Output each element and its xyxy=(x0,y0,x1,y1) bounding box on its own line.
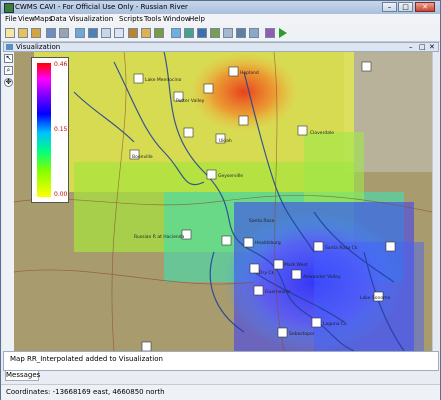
menu-window[interactable]: Window xyxy=(163,15,191,23)
layers-icon[interactable] xyxy=(88,28,98,38)
app-icon xyxy=(4,3,14,13)
folder-icon[interactable] xyxy=(31,28,41,38)
legend-min-label: 0.00 xyxy=(54,191,68,198)
legend-max-label: 0.46 xyxy=(54,61,68,68)
tools-icon[interactable] xyxy=(128,28,138,38)
messages-panel: Map RR_Interpolated added to Visualizati… xyxy=(3,351,439,371)
forecast-icon[interactable] xyxy=(184,28,194,38)
panel-icon xyxy=(6,44,13,50)
legend-mid-label: 0.15 xyxy=(54,126,68,133)
terrain-icon[interactable] xyxy=(210,28,220,38)
svg-text:Dry Ck: Dry Ck xyxy=(259,270,275,276)
tab-messages[interactable]: Messages xyxy=(5,371,40,381)
zoom-icon[interactable]: ⌕ xyxy=(4,66,13,75)
minimize-button[interactable]: – xyxy=(382,2,397,12)
svg-text:Geyserville: Geyserville xyxy=(218,173,243,179)
maximize-button[interactable]: □ xyxy=(398,2,413,12)
map-icon[interactable] xyxy=(75,28,85,38)
title-bar: CWMS CAVI - For Official Use Only - Russ… xyxy=(1,1,440,14)
coordinates-readout: Coordinates: -13668169 east, 4660850 nor… xyxy=(6,388,165,396)
map-canvas[interactable]: Lake Mendocino Potter Valley Hopland Uki… xyxy=(14,52,432,351)
toolbar xyxy=(1,25,440,42)
panel-title: Visualization xyxy=(16,43,61,51)
panel-close-button[interactable]: ✕ xyxy=(429,43,435,51)
water-icon[interactable] xyxy=(197,28,207,38)
menu-tools[interactable]: Tools xyxy=(144,15,161,23)
svg-text:Hopland: Hopland xyxy=(240,70,259,76)
svg-text:Guerneville: Guerneville xyxy=(265,289,291,295)
svg-text:Lake Sonoma: Lake Sonoma xyxy=(360,295,391,301)
menu-view[interactable]: View xyxy=(18,15,35,23)
legend-color-bar xyxy=(37,63,51,197)
open-icon[interactable] xyxy=(18,28,28,38)
print-icon[interactable] xyxy=(59,28,69,38)
globe-icon[interactable] xyxy=(154,28,164,38)
close-button[interactable]: ✕ xyxy=(415,2,435,12)
chart-icon[interactable] xyxy=(141,28,151,38)
window-icon[interactable] xyxy=(223,28,233,38)
save-icon[interactable] xyxy=(46,28,56,38)
svg-text:Boonville: Boonville xyxy=(132,154,153,160)
vertical-scrollbar[interactable] xyxy=(432,52,440,351)
window-title: CWMS CAVI - For Official Use Only - Russ… xyxy=(15,3,188,11)
svg-text:Ukiah: Ukiah xyxy=(219,138,232,144)
new-icon[interactable] xyxy=(5,28,15,38)
svg-text:Laguna Ck: Laguna Ck xyxy=(323,321,347,327)
svg-text:Santa Rosa: Santa Rosa xyxy=(249,218,274,224)
menu-scripts[interactable]: Scripts xyxy=(119,15,143,23)
status-bar: Coordinates: -13668169 east, 4660850 nor… xyxy=(1,384,440,400)
monitor-icon[interactable] xyxy=(236,28,246,38)
message-line: Map RR_Interpolated added to Visualizati… xyxy=(10,355,163,363)
panel-minimize-button[interactable]: – xyxy=(409,43,413,51)
panel-maximize-button[interactable]: □ xyxy=(419,43,426,51)
svg-text:Russian R at Hacienda: Russian R at Hacienda xyxy=(134,234,185,240)
select-arrow-icon[interactable]: ↖ xyxy=(4,54,13,63)
table-icon[interactable] xyxy=(101,28,111,38)
svg-text:Potter Valley: Potter Valley xyxy=(176,98,205,104)
color-legend: 0.46 0.15 0.00 xyxy=(31,57,69,203)
reservoir-icon[interactable] xyxy=(265,28,275,38)
run-icon[interactable] xyxy=(279,28,287,38)
svg-text:Healdsburg: Healdsburg xyxy=(255,240,281,246)
svg-text:Cloverdale: Cloverdale xyxy=(310,130,334,136)
app-window: CWMS CAVI - For Official Use Only - Russ… xyxy=(0,0,441,400)
grid-icon[interactable] xyxy=(114,28,124,38)
svg-text:Lake Mendocino: Lake Mendocino xyxy=(145,77,182,83)
menu-data-visualization[interactable]: Data Visualization xyxy=(50,15,113,23)
map-svg: Lake Mendocino Potter Valley Hopland Uki… xyxy=(14,52,432,351)
screen-icon[interactable] xyxy=(249,28,259,38)
menu-file[interactable]: File xyxy=(5,15,17,23)
svg-text:Santa Rosa Ck: Santa Rosa Ck xyxy=(325,245,358,251)
pin-icon[interactable] xyxy=(171,28,181,38)
pan-icon[interactable]: ✥ xyxy=(4,78,13,87)
svg-text:Alexander Valley: Alexander Valley xyxy=(303,274,341,280)
menu-help[interactable]: Help xyxy=(189,15,205,23)
svg-text:Sebastopol: Sebastopol xyxy=(289,331,314,337)
svg-text:Mark West: Mark West xyxy=(284,262,308,268)
visualization-panel-header: Visualization – □ ✕ xyxy=(3,42,439,52)
menu-bar: File View Maps Data Visualization Script… xyxy=(1,14,440,25)
